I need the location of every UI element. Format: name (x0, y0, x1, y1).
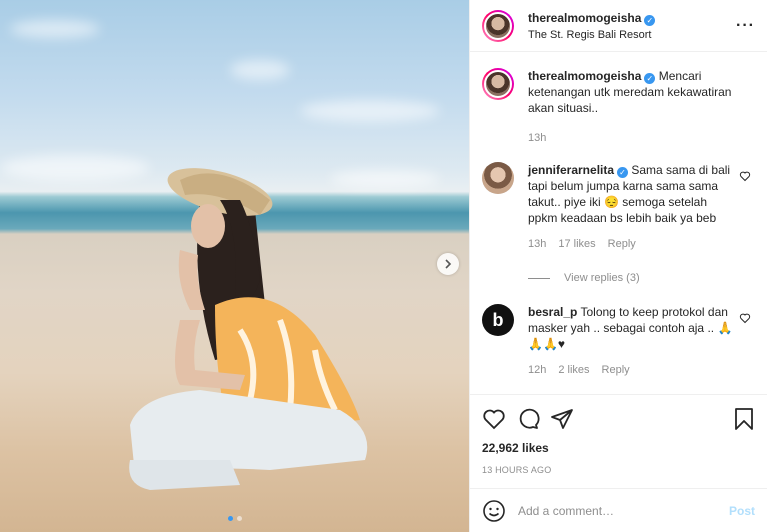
cloud (300, 100, 440, 122)
comment-item: jenniferarnelita ✓ Sama sama di bali tapi… (482, 162, 755, 252)
bookmark-icon[interactable] (733, 407, 755, 431)
commenter-avatar[interactable] (482, 162, 514, 194)
carousel-dot (236, 516, 242, 521)
verified-badge-icon: ✓ (644, 14, 656, 26)
post-photo[interactable] (0, 0, 469, 532)
comment-icon[interactable] (516, 407, 540, 431)
comment-reply-button[interactable]: Reply (608, 236, 636, 252)
comment-likes[interactable]: 2 likes (558, 362, 589, 378)
like-comment-heart-icon[interactable] (739, 312, 751, 324)
cloud (230, 60, 290, 80)
chevron-right-icon (445, 259, 452, 269)
verified-badge-icon: ✓ (617, 167, 629, 178)
comment-time[interactable]: 12h (528, 362, 546, 378)
cloud (10, 20, 100, 38)
comment-likes[interactable]: 17 likes (558, 236, 595, 252)
comment-username[interactable]: jenniferarnelita (528, 163, 614, 177)
verified-badge-icon: ✓ (644, 73, 656, 84)
add-comment-bar: Post (470, 488, 767, 532)
carousel-indicator (0, 516, 469, 521)
post-timestamp[interactable]: 13 HOURS AGO (482, 465, 755, 475)
replies-divider (528, 277, 550, 279)
caption-time[interactable]: 13h (528, 130, 546, 146)
author-username[interactable]: therealmomogeisha (528, 11, 641, 25)
more-options-icon[interactable]: ··· (736, 17, 755, 35)
emoji-smile-icon[interactable] (482, 499, 506, 523)
caption-username[interactable]: therealmomogeisha (528, 69, 641, 83)
post-actions: 22,962 likes 13 HOURS AGO (470, 394, 767, 488)
post-location[interactable]: The St. Regis Bali Resort (528, 29, 736, 41)
carousel-dot-active (227, 516, 233, 521)
post-comment-button[interactable]: Post (729, 504, 755, 518)
comment-username[interactable]: besral_p (528, 305, 577, 319)
comments-list[interactable]: therealmomogeisha ✓ Mencari ketenangan ut… (470, 52, 767, 394)
caption-avatar[interactable] (482, 68, 514, 100)
comment-input[interactable] (518, 503, 729, 518)
likes-count[interactable]: 22,962 likes (482, 441, 755, 455)
view-replies-label: View replies (3) (564, 272, 640, 284)
comment-time[interactable]: 13h (528, 236, 546, 252)
instagram-post-modal: therealmomogeisha ✓ The St. Regis Bali Re… (0, 0, 767, 532)
comment-reply-button[interactable]: Reply (602, 362, 630, 378)
share-send-icon[interactable] (550, 407, 574, 431)
like-comment-heart-icon[interactable] (739, 170, 751, 182)
caption: therealmomogeisha ✓ Mencari ketenangan ut… (482, 68, 755, 146)
post-side-panel: therealmomogeisha ✓ The St. Regis Bali Re… (469, 0, 767, 532)
next-photo-button[interactable] (437, 253, 459, 275)
post-header: therealmomogeisha ✓ The St. Regis Bali Re… (470, 0, 767, 52)
like-heart-icon[interactable] (482, 407, 506, 431)
woman-figure (129, 168, 368, 490)
author-avatar[interactable] (482, 9, 514, 42)
comment-item: b besral_p Tolong to keep protokol dan m… (482, 304, 755, 378)
view-replies-button[interactable]: View replies (3) (528, 272, 755, 284)
commenter-avatar[interactable]: b (482, 304, 514, 336)
